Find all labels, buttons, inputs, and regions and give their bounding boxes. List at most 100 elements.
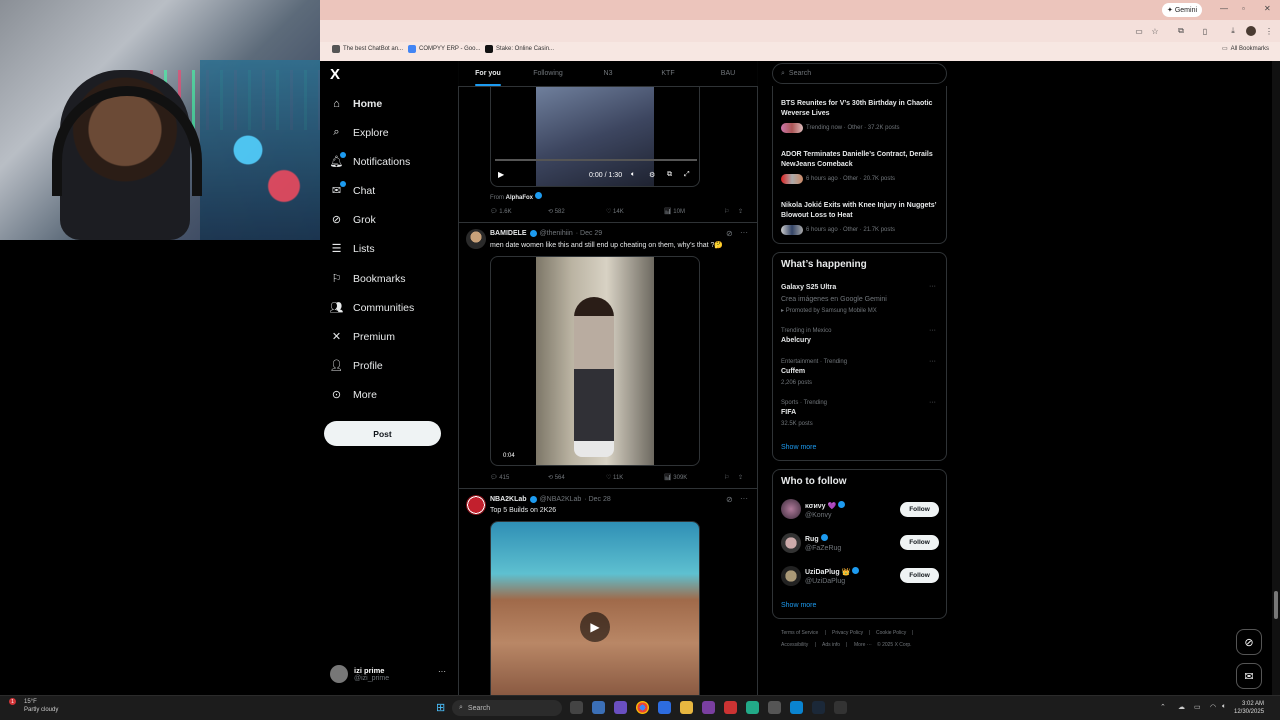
weather-widget[interactable]: 1 15°F Partly cloudy xyxy=(9,698,58,714)
settings-icon[interactable]: ⚙ xyxy=(649,171,655,179)
follow-name[interactable]: Rug xyxy=(805,534,828,543)
bookmark-icon[interactable]: ⚐ xyxy=(724,474,738,481)
tab-bau[interactable]: BAU xyxy=(698,61,758,86)
tab-for-you[interactable]: For you xyxy=(458,61,518,86)
like-button[interactable]: ♡ 14K xyxy=(606,208,664,215)
search-input[interactable]: ⌕ Search xyxy=(772,63,947,84)
avatar[interactable] xyxy=(466,229,486,249)
footer-link[interactable]: Ads info xyxy=(822,642,840,648)
app-icon[interactable] xyxy=(746,701,759,714)
tab-following[interactable]: Following xyxy=(518,61,578,86)
star-icon[interactable]: ☆ xyxy=(1150,26,1160,36)
wifi-icon[interactable]: ◠ xyxy=(1210,703,1216,711)
follow-name[interactable]: κσиνу 💜 xyxy=(805,501,846,510)
repost-button[interactable]: ⟲ 582 xyxy=(548,208,606,215)
nav-bookmarks[interactable]: ⚐ Bookmarks xyxy=(330,272,406,286)
trend-name[interactable]: FIFA xyxy=(781,409,796,416)
scrollbar-thumb[interactable] xyxy=(1274,591,1278,619)
steam-icon[interactable] xyxy=(812,701,825,714)
nav-profile[interactable]: 👤︎ Profile xyxy=(330,359,383,373)
avatar[interactable] xyxy=(781,566,801,586)
bookmark-item[interactable]: The best ChatBot an... xyxy=(332,45,403,53)
app-icon[interactable] xyxy=(724,701,737,714)
download-icon[interactable]: ⤓ xyxy=(1228,26,1238,36)
footer-link[interactable]: Privacy Policy xyxy=(832,630,863,636)
page-scrollbar[interactable] xyxy=(1272,61,1280,695)
tab-n3[interactable]: N3 xyxy=(578,61,638,86)
grok-icon[interactable]: ⊘ xyxy=(726,495,733,504)
nav-lists[interactable]: ☰ Lists xyxy=(330,242,375,256)
sidebar-icon[interactable]: ▯ xyxy=(1200,26,1210,36)
tweet-video[interactable]: ▶ xyxy=(490,521,700,695)
trend-name[interactable]: Abelcury xyxy=(781,337,811,344)
nav-communities[interactable]: 👥︎ Communities xyxy=(330,301,415,315)
follow-name[interactable]: UziDaPlug 👑 xyxy=(805,567,860,576)
post-button[interactable]: Post xyxy=(324,421,441,446)
trend-name[interactable]: Galaxy S25 Ultra xyxy=(781,284,836,291)
all-bookmarks[interactable]: ▭ All Bookmarks xyxy=(1222,45,1269,53)
app-icon[interactable] xyxy=(702,701,715,714)
taskbar-clock[interactable]: 3:02 AM 12/30/2025 xyxy=(1234,700,1264,716)
maximize-icon[interactable]: ▫ xyxy=(1242,4,1245,13)
nav-explore[interactable]: ⌕ Explore xyxy=(330,126,388,139)
gemini-button[interactable]: ✦ Gemini xyxy=(1162,3,1202,17)
terminal-icon[interactable] xyxy=(834,701,847,714)
bookmark-icon[interactable]: ⚐ xyxy=(724,208,738,215)
tab-ktf[interactable]: KTF xyxy=(638,61,698,86)
avatar[interactable] xyxy=(781,533,801,553)
chevron-up-icon[interactable]: ⌃ xyxy=(1160,703,1166,711)
menu-icon[interactable]: ⋮ xyxy=(1264,26,1274,36)
video-source[interactable]: From AlphaFox xyxy=(490,192,542,201)
views-button[interactable]: 📊︎ 309K xyxy=(664,474,724,481)
more-icon[interactable]: ··· xyxy=(929,283,936,290)
x-logo[interactable]: X xyxy=(330,66,340,83)
reply-button[interactable]: 💬︎ 415 xyxy=(490,474,548,481)
volume-icon[interactable]: 🔈︎ xyxy=(631,171,635,179)
more-icon[interactable]: ··· xyxy=(740,494,748,503)
volume-icon[interactable]: 🔈︎ xyxy=(1222,703,1226,711)
fullscreen-icon[interactable]: ⤢ xyxy=(684,171,690,179)
avatar[interactable] xyxy=(466,495,486,515)
tweet-video[interactable]: ▶ 0:00 / 1:30 🔈︎ ⚙ ⧉ ⤢ xyxy=(490,87,700,187)
account-switcher[interactable]: izi prime @izi_prime ··· xyxy=(330,662,450,686)
more-icon[interactable]: ··· xyxy=(438,667,446,676)
minimize-icon[interactable]: — xyxy=(1220,4,1228,13)
nav-grok[interactable]: ⊘ Grok xyxy=(330,213,376,227)
edge-icon[interactable] xyxy=(790,701,803,714)
more-icon[interactable]: ··· xyxy=(929,399,936,406)
nav-notifications[interactable]: 🔔︎ Notifications xyxy=(330,152,410,168)
footer-link[interactable]: Accessibility xyxy=(781,642,808,648)
taskbar-search[interactable]: ⌕ Search xyxy=(452,700,562,716)
trend-name[interactable]: Cuffem xyxy=(781,368,805,375)
chrome-icon[interactable] xyxy=(636,701,649,714)
close-icon[interactable]: ✕ xyxy=(1264,4,1271,13)
folder-icon[interactable] xyxy=(680,701,693,714)
grok-float-button[interactable]: ⊘ xyxy=(1236,629,1262,655)
news-item[interactable]: ADOR Terminates Danielle’s Contract, Der… xyxy=(781,150,946,170)
more-icon[interactable]: ··· xyxy=(929,327,936,334)
video-progress[interactable] xyxy=(495,159,697,161)
profile-avatar[interactable] xyxy=(1246,26,1256,36)
news-item[interactable]: Nikola Jokić Exits with Knee Injury in N… xyxy=(781,201,946,221)
play-icon[interactable]: ▶ xyxy=(580,612,610,642)
more-icon[interactable]: ··· xyxy=(740,228,748,237)
footer-link[interactable]: Cookie Policy xyxy=(876,630,906,636)
share-icon[interactable]: ⇪ xyxy=(738,474,743,481)
app-icon[interactable] xyxy=(614,701,627,714)
pip-icon[interactable]: ⧉ xyxy=(667,171,672,179)
bookmark-item[interactable]: COMPYY ERP - Goo... xyxy=(408,45,480,53)
windows-start-icon[interactable]: ⊞ xyxy=(436,701,445,714)
like-button[interactable]: ♡ 11K xyxy=(606,474,664,481)
extensions-icon[interactable]: ⧉ xyxy=(1176,26,1186,36)
cast-icon[interactable]: ▭ xyxy=(1134,26,1144,36)
app-icon[interactable] xyxy=(768,701,781,714)
more-icon[interactable]: ··· xyxy=(929,358,936,365)
follow-button[interactable]: Follow xyxy=(900,502,939,517)
avatar[interactable] xyxy=(781,499,801,519)
app-icon[interactable] xyxy=(658,701,671,714)
nav-more[interactable]: ⊙ More xyxy=(330,388,377,402)
news-item[interactable]: BTS Reunites for V’s 30th Birthday in Ch… xyxy=(781,99,946,119)
show-more-link[interactable]: Show more xyxy=(781,602,816,609)
tweet-video[interactable]: 0:04 xyxy=(490,256,700,466)
show-more-link[interactable]: Show more xyxy=(781,444,816,451)
